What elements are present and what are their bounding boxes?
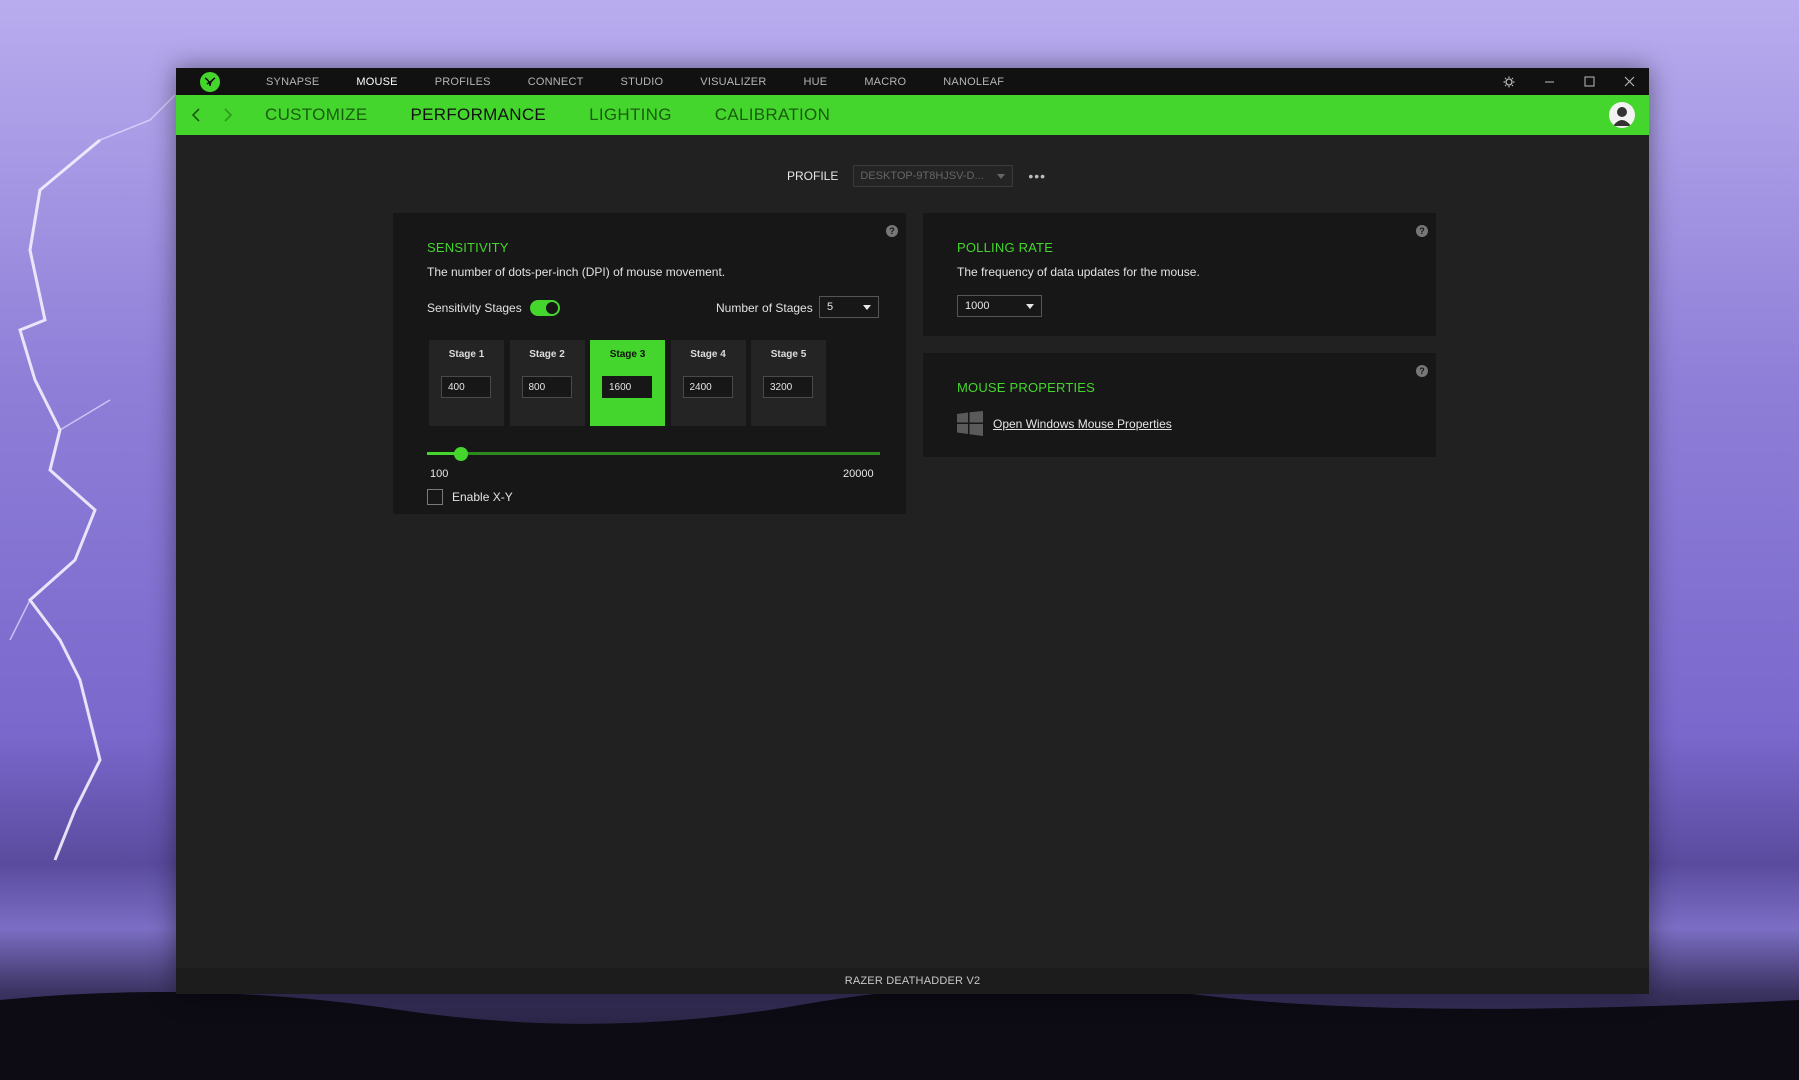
- stage-2-tile[interactable]: Stage 2: [509, 340, 585, 426]
- status-bar: RAZER DEATHADDER V2: [176, 968, 1649, 994]
- mouse-properties-card: ? MOUSE PROPERTIES Open Windows Mouse Pr…: [923, 353, 1436, 457]
- help-icon[interactable]: ?: [1416, 225, 1428, 237]
- sensitivity-title: SENSITIVITY: [427, 240, 509, 255]
- sensitivity-description: The number of dots-per-inch (DPI) of mou…: [427, 265, 726, 279]
- profile-row: PROFILE DESKTOP-9T8HJSV-D... •••: [787, 165, 1046, 187]
- forward-arrow-icon[interactable]: [218, 106, 236, 124]
- slider-max-label: 20000: [843, 468, 874, 480]
- slider-min-label: 100: [430, 468, 449, 480]
- polling-rate-value: 1000: [965, 300, 990, 312]
- tab-customize[interactable]: CUSTOMIZE: [265, 105, 368, 125]
- user-icon: [1613, 107, 1631, 126]
- topnav-item-visualizer[interactable]: VISUALIZER: [700, 76, 766, 88]
- user-avatar[interactable]: [1609, 102, 1635, 128]
- back-arrow-icon[interactable]: [188, 106, 206, 124]
- stage-4-tile[interactable]: Stage 4: [670, 340, 746, 426]
- stage-5-tile[interactable]: Stage 5: [751, 340, 826, 426]
- tab-calibration[interactable]: CALIBRATION: [715, 105, 830, 125]
- windows-logo-icon: [957, 411, 983, 436]
- stage-dpi-input[interactable]: [763, 376, 813, 398]
- device-name: RAZER DEATHADDER V2: [844, 975, 981, 987]
- title-bar: SYNAPSE MOUSE PROFILES CONNECT STUDIO VISUALI…: [176, 68, 1649, 95]
- polling-rate-description: The frequency of data updates for the mo…: [957, 265, 1200, 279]
- stage-label: Stage 1: [448, 349, 485, 360]
- settings-button[interactable]: [1489, 68, 1529, 95]
- stage-label: Stage 5: [770, 349, 807, 360]
- razer-synapse-window: SYNAPSE MOUSE PROFILES CONNECT STUDIO VISUALI…: [176, 68, 1649, 994]
- topnav-item-hue[interactable]: HUE: [803, 76, 827, 88]
- profile-value: DESKTOP-9T8HJSV-D...: [860, 170, 984, 182]
- topnav-item-connect[interactable]: CONNECT: [528, 76, 584, 88]
- mouse-properties-title: MOUSE PROPERTIES: [957, 380, 1096, 395]
- sub-navigation: CUSTOMIZE PERFORMANCE LIGHTING CALIBRATION: [265, 95, 873, 135]
- number-of-stages-label: Number of Stages: [716, 301, 813, 315]
- more-options-button[interactable]: •••: [1028, 168, 1046, 184]
- topnav-item-mouse[interactable]: MOUSE: [356, 76, 397, 88]
- enable-xy-label: Enable X-Y: [452, 490, 513, 504]
- sensitivity-card: ? SENSITIVITY The number of dots-per-inc…: [393, 213, 906, 514]
- top-navigation: SYNAPSE MOUSE PROFILES CONNECT STUDIO VISUALI…: [266, 68, 1041, 95]
- stage-dpi-input[interactable]: [602, 376, 652, 398]
- gear-icon: [1503, 76, 1515, 87]
- stage-dpi-input[interactable]: [521, 376, 572, 398]
- sub-navigation-bar: CUSTOMIZE PERFORMANCE LIGHTING CALIBRATION: [176, 95, 1649, 135]
- dpi-slider-handle[interactable]: [454, 447, 469, 461]
- topnav-item-macro[interactable]: MACRO: [864, 76, 906, 88]
- stage-dpi-input[interactable]: [441, 376, 491, 398]
- number-of-stages-dropdown[interactable]: 5: [819, 296, 879, 318]
- topnav-item-synapse[interactable]: SYNAPSE: [266, 76, 319, 88]
- topnav-item-studio[interactable]: STUDIO: [621, 76, 664, 88]
- number-of-stages-value: 5: [827, 301, 834, 313]
- chevron-down-icon: [1026, 304, 1034, 309]
- window-controls: [1489, 68, 1649, 95]
- profile-label: PROFILE: [787, 169, 839, 183]
- enable-xy-checkbox[interactable]: [427, 489, 443, 505]
- minimize-icon: [1544, 81, 1554, 83]
- stage-label: Stage 3: [609, 349, 646, 360]
- stage-label: Stage 2: [529, 349, 565, 360]
- tab-lighting[interactable]: LIGHTING: [589, 105, 672, 125]
- maximize-icon: [1584, 76, 1594, 87]
- close-icon: [1624, 76, 1634, 87]
- sensitivity-stages-label: Sensitivity Stages: [427, 301, 522, 315]
- maximize-button[interactable]: [1569, 68, 1609, 95]
- polling-rate-card: ? POLLING RATE The frequency of data upd…: [923, 213, 1436, 336]
- help-icon[interactable]: ?: [886, 225, 898, 237]
- stage-label: Stage 4: [690, 349, 726, 360]
- polling-rate-title: POLLING RATE: [957, 240, 1054, 255]
- profile-dropdown[interactable]: DESKTOP-9T8HJSV-D...: [853, 165, 1014, 187]
- sensitivity-stages-toggle[interactable]: [530, 300, 560, 316]
- chevron-down-icon: [997, 174, 1006, 179]
- tab-performance[interactable]: PERFORMANCE: [411, 105, 547, 125]
- close-button[interactable]: [1609, 68, 1649, 95]
- topnav-item-profiles[interactable]: PROFILES: [435, 76, 491, 88]
- help-icon[interactable]: ?: [1416, 365, 1428, 377]
- chevron-down-icon: [863, 305, 871, 310]
- stage-3-tile[interactable]: Stage 3: [590, 340, 665, 426]
- dpi-slider-track[interactable]: [427, 452, 880, 455]
- open-mouse-properties-link[interactable]: Open Windows Mouse Properties: [993, 417, 1172, 431]
- polling-rate-dropdown[interactable]: 1000: [957, 295, 1042, 317]
- minimize-button[interactable]: [1529, 68, 1569, 95]
- razer-logo-icon[interactable]: [200, 72, 220, 92]
- stage-1-tile[interactable]: Stage 1: [429, 340, 504, 426]
- topnav-item-nanoleaf[interactable]: NANOLEAF: [943, 76, 1004, 88]
- stage-dpi-input[interactable]: [682, 376, 733, 398]
